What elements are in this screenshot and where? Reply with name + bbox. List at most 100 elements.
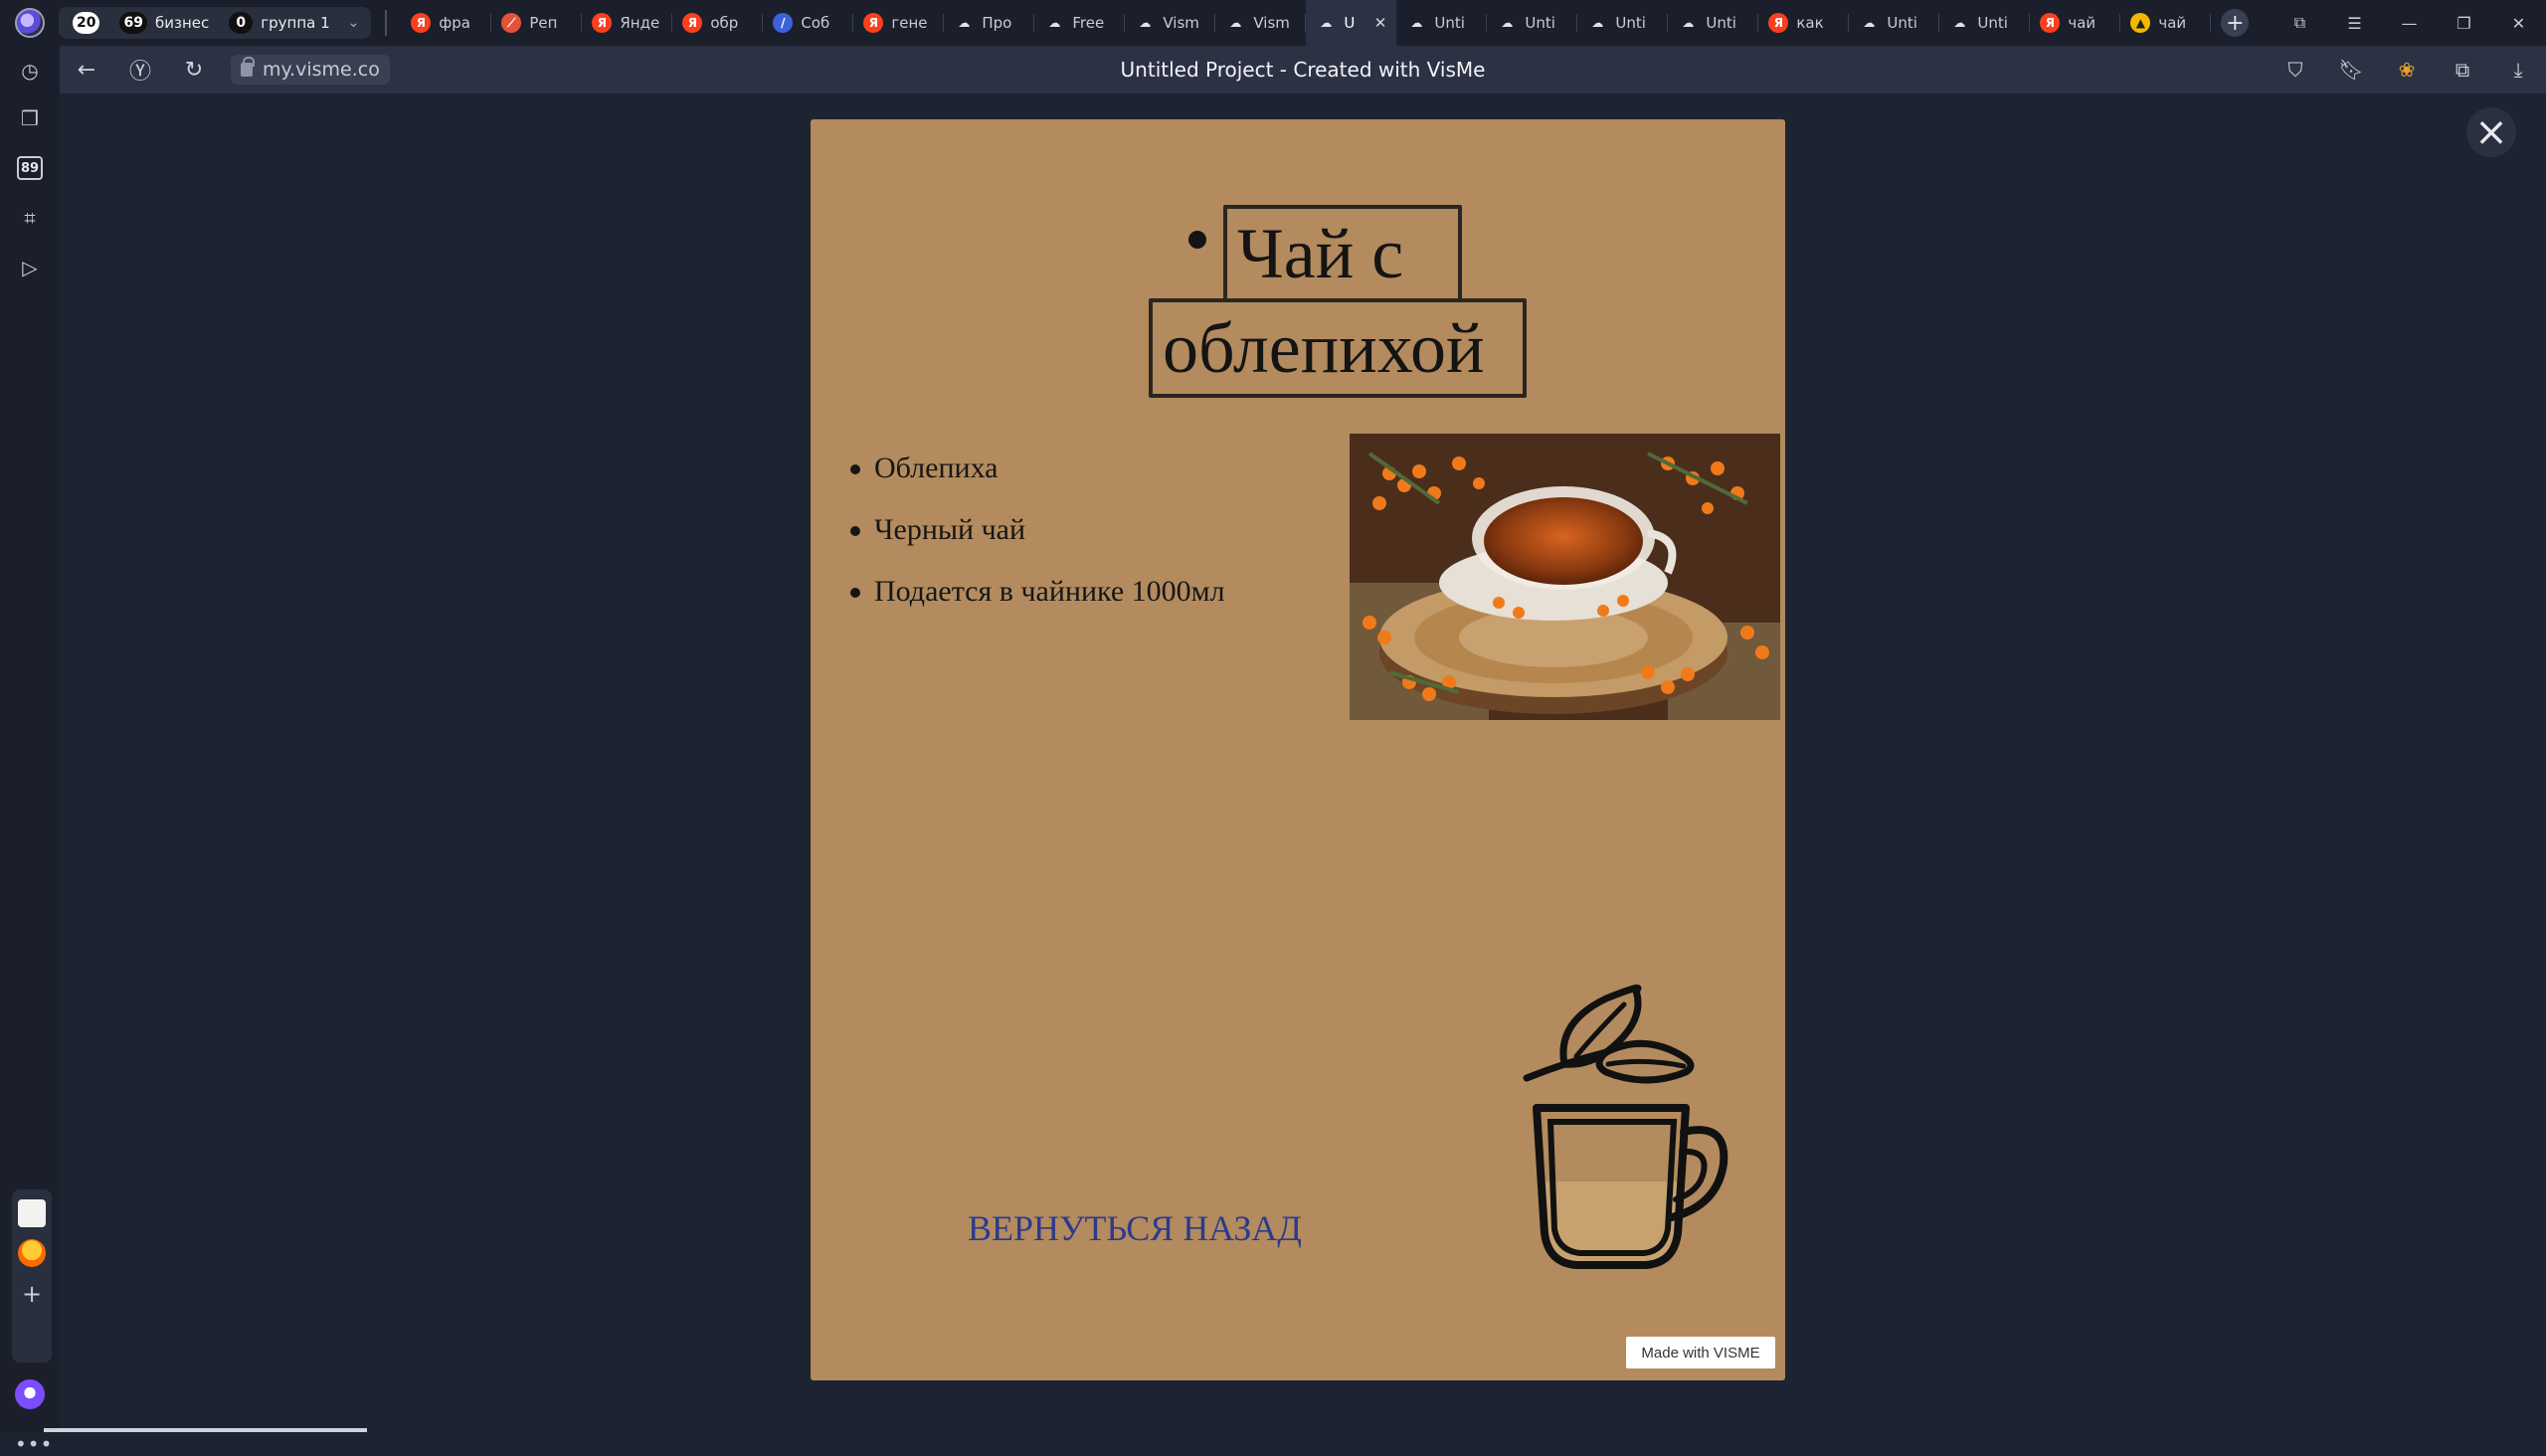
- collections-icon[interactable]: ❒: [15, 103, 45, 133]
- tab-group-label: группа 1: [261, 14, 330, 32]
- tab-group-business[interactable]: 69 бизнес: [111, 10, 217, 36]
- browser-tab[interactable]: Я Янде: [582, 0, 673, 46]
- yandex-home-icon[interactable]: Ⓨ: [113, 46, 167, 93]
- back-arrow-icon[interactable]: ←: [60, 46, 113, 93]
- visme-icon: ☁: [1591, 16, 1604, 30]
- window-controls: ⧉ ☰ — ❐ ✕: [2273, 0, 2546, 46]
- title-bullet: [1188, 231, 1206, 249]
- browser-tab[interactable]: ☁ Unti: [1849, 0, 1940, 46]
- tea-cup-icon: [1523, 984, 1728, 1269]
- slash-icon: /: [773, 13, 794, 33]
- close-tab-icon[interactable]: ✕: [1374, 14, 1387, 32]
- tab-group-all[interactable]: 20: [65, 10, 107, 36]
- download-icon[interactable]: ⤓: [2490, 46, 2546, 93]
- alice-assistant-icon[interactable]: [15, 1379, 45, 1409]
- browser-tab[interactable]: ☁ Vism: [1125, 0, 1216, 46]
- minimize-icon[interactable]: —: [2382, 0, 2437, 46]
- mail-app-icon[interactable]: [18, 1239, 46, 1267]
- tab-title: Реп: [529, 14, 558, 32]
- protect-icon[interactable]: ⛉: [2268, 46, 2323, 93]
- browser-tab[interactable]: ☁ Unti: [1396, 0, 1488, 46]
- tab-group-label: бизнес: [154, 14, 210, 32]
- bookmark-icon[interactable]: 🔖︎: [2323, 46, 2379, 93]
- browser-tab[interactable]: ⟋ Реп: [491, 0, 583, 46]
- tea-photo: [1350, 434, 1780, 720]
- browser-tab[interactable]: ☁ Unti: [1939, 0, 2031, 46]
- play-icon[interactable]: ▷: [15, 253, 45, 282]
- browser-tab-active[interactable]: ☁ U ✕: [1306, 0, 1397, 46]
- tab-title: Unti: [1977, 14, 2008, 32]
- tab-title: чай: [2068, 14, 2096, 32]
- new-tab-button[interactable]: +: [2221, 9, 2250, 37]
- visme-icon: ☁: [1410, 16, 1423, 30]
- add-app-icon[interactable]: +: [18, 1281, 46, 1309]
- slide-title-line1: Чай с: [1223, 205, 1462, 302]
- url-text: my.visme.co: [263, 59, 380, 81]
- tea-photo-art: [1350, 434, 1780, 720]
- restore-icon[interactable]: ❐: [2437, 0, 2491, 46]
- browser-tab[interactable]: ☁ Unti: [1668, 0, 1759, 46]
- back-link[interactable]: ВЕРНУТЬСЯ НАЗАД: [968, 1207, 1302, 1249]
- extensions-icon[interactable]: ❀: [2379, 46, 2435, 93]
- tab-counter[interactable]: 89: [15, 153, 45, 183]
- tab-counter-value: 89: [17, 156, 43, 180]
- browser-tab[interactable]: Ягене: [853, 0, 945, 46]
- tab-title: фра: [439, 14, 470, 32]
- tab-groups: 20 69 бизнес 0 группа 1 ⌄: [59, 7, 372, 39]
- tab-group-count: 20: [73, 12, 100, 34]
- address-bar: ← Ⓨ ↻ my.visme.co Untitled Project - Cre…: [60, 46, 2546, 93]
- visme-icon: ☁: [1139, 16, 1152, 30]
- notes-app-icon[interactable]: [18, 1199, 46, 1227]
- browser-tab[interactable]: ☁ Unti: [1577, 0, 1669, 46]
- pdf-icon: ⟋: [501, 13, 522, 33]
- browser-tab[interactable]: ☁ Free: [1034, 0, 1126, 46]
- lock-icon: [241, 57, 255, 77]
- address-actions: ⛉ 🔖︎ ❀ ⧉ ⤓: [2268, 46, 2546, 93]
- profile-avatar[interactable]: [15, 8, 45, 38]
- tab-manager-icon[interactable]: ⧉: [2273, 0, 2327, 46]
- browser-tab[interactable]: ☁ Vism: [1215, 0, 1307, 46]
- browser-tab[interactable]: / Соб: [763, 0, 854, 46]
- url-field[interactable]: my.visme.co: [231, 55, 390, 85]
- visme-icon: ☁: [1501, 16, 1514, 30]
- tab-group-count: 0: [229, 12, 254, 34]
- tab-divider: [385, 10, 388, 36]
- menu-icon[interactable]: ☰: [2327, 0, 2382, 46]
- tab-title: Unti: [1887, 14, 1917, 32]
- list-item: Подается в чайнике 1000мл: [850, 561, 1225, 623]
- tab-title: Vism: [1253, 14, 1290, 32]
- tab-group-1[interactable]: 0 группа 1: [221, 10, 337, 36]
- image-icon: ▲: [2130, 13, 2151, 33]
- browser-tab[interactable]: Якак: [1758, 0, 1850, 46]
- made-with-visme-badge[interactable]: Made with VISME: [1626, 1337, 1775, 1368]
- visme-icon: ☁: [1863, 16, 1876, 30]
- visme-icon: ☁: [958, 16, 971, 30]
- reload-icon[interactable]: ↻: [167, 46, 221, 93]
- browser-tab[interactable]: ☁ Unti: [1487, 0, 1578, 46]
- more-icon[interactable]: •••: [15, 1432, 52, 1456]
- browser-tab[interactable]: Ячай: [2030, 0, 2121, 46]
- browser-tab[interactable]: Яобр: [672, 0, 764, 46]
- chevron-down-icon[interactable]: ⌄: [342, 15, 366, 31]
- screenshot-icon[interactable]: ⌗: [15, 203, 45, 233]
- browser-tab[interactable]: ☁ Про: [944, 0, 1035, 46]
- scroll-indicator: [44, 1428, 367, 1432]
- tab-title: Vism: [1163, 14, 1199, 32]
- list-item: Облепиха: [850, 438, 1225, 499]
- browser-tab[interactable]: ▲ чай: [2120, 0, 2212, 46]
- tab-title: Соб: [801, 14, 830, 32]
- yandex-icon: Я: [2040, 13, 2061, 33]
- visme-icon: ☁: [1953, 16, 1966, 30]
- browser-tab[interactable]: Яфра: [401, 0, 492, 46]
- presentation-slide: Чай с облепихой Облепиха Черный чай Пода…: [811, 119, 1785, 1380]
- tab-group-count: 69: [119, 12, 147, 34]
- tab-title: Free: [1072, 14, 1105, 32]
- visme-icon: ☁: [1229, 16, 1242, 30]
- tab-strip: 20 69 бизнес 0 группа 1 ⌄ Яфра ⟋ Реп Я Янд…: [0, 0, 2546, 46]
- history-icon[interactable]: ◷: [15, 56, 45, 86]
- close-window-icon[interactable]: ✕: [2491, 0, 2546, 46]
- yandex-icon: Я: [411, 13, 432, 33]
- close-viewer-button[interactable]: ×: [2466, 107, 2516, 157]
- visme-icon: ☁: [1682, 16, 1695, 30]
- share-icon[interactable]: ⧉: [2435, 46, 2490, 93]
